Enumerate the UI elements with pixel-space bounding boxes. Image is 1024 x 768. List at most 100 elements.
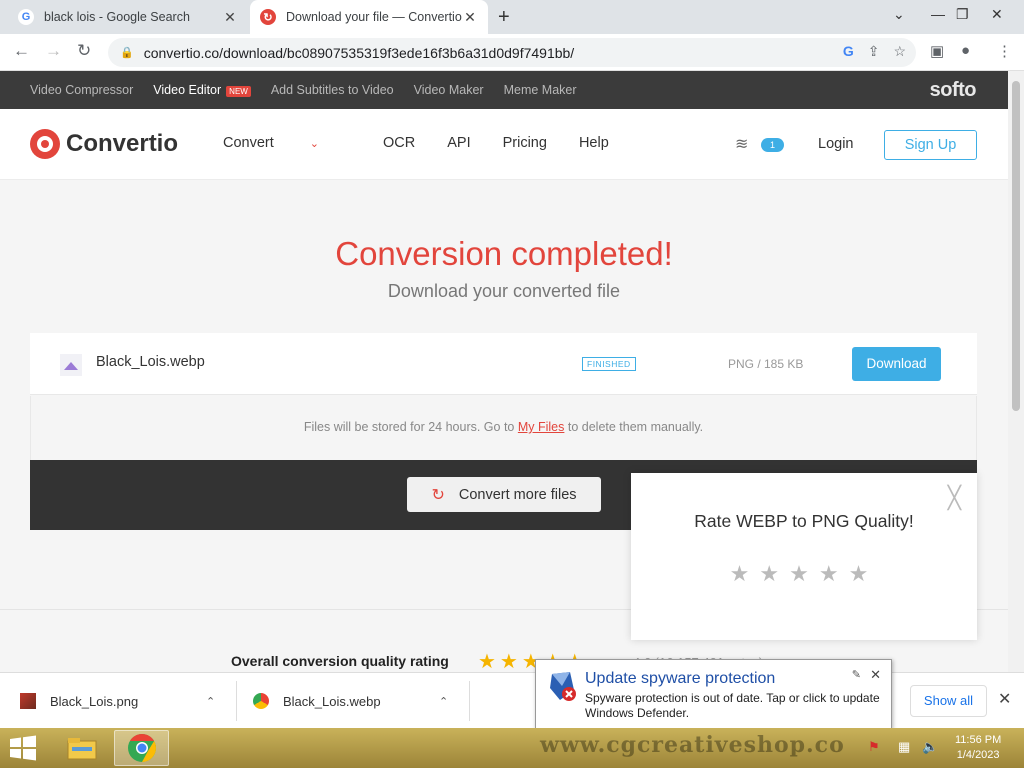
chevron-up-icon[interactable]: ⌃ bbox=[439, 695, 448, 708]
bookmark-star-icon[interactable]: ☆ bbox=[893, 43, 906, 60]
image-file-icon bbox=[20, 693, 36, 709]
chevron-down-icon: ⌄ bbox=[309, 138, 319, 150]
pin-icon[interactable]: ✎ bbox=[852, 668, 861, 681]
download-item-png[interactable]: Black_Lois.png ⌃ bbox=[20, 673, 230, 729]
convert-more-label: Convert more files bbox=[458, 486, 577, 503]
storage-note-text-end: to delete them manually. bbox=[567, 420, 704, 434]
download-item-name: Black_Lois.png bbox=[50, 693, 139, 709]
close-icon[interactable]: ✕ bbox=[998, 689, 1011, 709]
close-icon[interactable]: ✕ bbox=[870, 667, 881, 683]
tab-search-icon[interactable]: ⌄ bbox=[893, 6, 905, 23]
star-icon[interactable]: ★ bbox=[789, 561, 819, 586]
profile-icon[interactable]: ● bbox=[961, 42, 970, 59]
chrome-taskbar-button[interactable] bbox=[114, 730, 169, 766]
softo-topbar: Video Compressor Video Editor NEW Add Sub… bbox=[0, 71, 1008, 109]
tab-convertio[interactable]: ↻ Download your file — Convertio ✕ bbox=[250, 0, 488, 34]
rating-stars[interactable]: ★★★★★ bbox=[631, 561, 977, 587]
watermark: www.cgcreativeshop.co bbox=[540, 732, 845, 758]
star-icon[interactable]: ★ bbox=[849, 561, 879, 586]
show-all-button[interactable]: Show all bbox=[910, 685, 987, 717]
file-explorer-taskbar-button[interactable] bbox=[54, 730, 109, 766]
chrome-icon bbox=[127, 734, 156, 762]
nav-convert[interactable]: Convert ⌄ bbox=[223, 135, 351, 151]
close-window-button[interactable]: ✕ bbox=[991, 6, 1003, 23]
url-text: convertio.co/download/bc08907535319f3ede… bbox=[143, 44, 575, 61]
notification-text: Spyware protection is out of date. Tap o… bbox=[585, 691, 880, 720]
network-icon[interactable]: ▦ bbox=[898, 739, 910, 755]
menu-icon[interactable]: ⋮ bbox=[997, 42, 1012, 60]
restore-button[interactable]: ❐ bbox=[956, 6, 969, 23]
topbar-add-subtitles[interactable]: Add Subtitles to Video bbox=[271, 83, 394, 97]
notification-title: Update spyware protection bbox=[585, 670, 776, 687]
reload-button[interactable]: ↻ bbox=[77, 41, 91, 61]
scrollbar-thumb[interactable] bbox=[1012, 81, 1020, 411]
defender-shield-icon bbox=[550, 672, 576, 701]
nav-ocr[interactable]: OCR bbox=[383, 135, 415, 151]
topbar-video-compressor[interactable]: Video Compressor bbox=[30, 83, 133, 97]
chrome-icon bbox=[253, 693, 269, 709]
volume-icon[interactable]: 🔈 bbox=[922, 739, 938, 755]
new-badge: NEW bbox=[226, 86, 251, 97]
convert-more-button[interactable]: ↻ Convert more files bbox=[407, 477, 601, 512]
browser-toolbar: ← → ↻ 🔒 convertio.co/download/bc08907535… bbox=[0, 34, 1024, 71]
signup-button[interactable]: Sign Up bbox=[884, 130, 977, 160]
forward-button[interactable]: → bbox=[45, 41, 62, 61]
nav-api[interactable]: API bbox=[447, 135, 470, 151]
softo-logo[interactable]: softo bbox=[930, 79, 977, 102]
google-lens-icon[interactable]: G bbox=[843, 43, 854, 60]
new-tab-button[interactable]: + bbox=[498, 6, 510, 29]
tab-title: Download your file — Convertio bbox=[286, 10, 462, 24]
windows-start-icon[interactable] bbox=[8, 734, 38, 762]
defender-tray-icon[interactable]: ⚑ bbox=[868, 739, 880, 755]
download-item-webp[interactable]: Black_Lois.webp ⌃ bbox=[253, 673, 463, 729]
topbar-video-editor[interactable]: Video Editor NEW bbox=[153, 83, 251, 97]
chevron-up-icon[interactable]: ⌃ bbox=[206, 695, 215, 708]
page-scrollbar[interactable] bbox=[1008, 71, 1024, 672]
layers-count-badge: 1 bbox=[761, 138, 784, 152]
close-tab-icon[interactable]: ✕ bbox=[462, 9, 478, 26]
folder-icon bbox=[67, 738, 96, 760]
address-bar[interactable]: 🔒 convertio.co/download/bc08907535319f3e… bbox=[108, 38, 916, 67]
clock-time: 11:56 PM bbox=[955, 734, 1002, 746]
star-icon[interactable]: ★ bbox=[730, 561, 760, 586]
topbar-meme-maker[interactable]: Meme Maker bbox=[504, 83, 577, 97]
storage-note-text: Files will be stored for 24 hours. Go to bbox=[303, 420, 515, 434]
clock-date: 1/4/2023 bbox=[956, 749, 1000, 761]
layers-icon[interactable]: ≋ bbox=[735, 134, 748, 154]
nav-pricing[interactable]: Pricing bbox=[503, 135, 547, 151]
conversion-subheadline: Download your converted file bbox=[387, 281, 621, 301]
main-nav: Convertio Convert ⌄ OCR API Pricing Help … bbox=[0, 109, 1008, 180]
image-file-icon bbox=[60, 354, 82, 376]
login-link[interactable]: Login bbox=[818, 136, 853, 152]
logo-text: Convertio bbox=[66, 130, 179, 157]
conversion-headline: Conversion completed! bbox=[335, 235, 673, 272]
tab-google-search[interactable]: G black lois - Google Search ✕ bbox=[8, 0, 248, 34]
divider bbox=[469, 681, 470, 721]
system-clock[interactable]: 11:56 PM 1/4/2023 bbox=[955, 733, 1001, 763]
minimize-button[interactable]: — bbox=[931, 6, 945, 22]
my-files-link[interactable]: My Files bbox=[518, 420, 565, 434]
close-tab-icon[interactable]: ✕ bbox=[222, 9, 238, 26]
star-icon[interactable]: ★ bbox=[819, 561, 849, 586]
taskbar: www.cgcreativeshop.co ⚑ ▦ 🔈 11:56 PM 1/4… bbox=[0, 728, 1024, 768]
refresh-icon: ↻ bbox=[431, 486, 445, 504]
google-icon: G bbox=[18, 9, 34, 25]
side-panel-icon[interactable]: ▣ bbox=[930, 42, 944, 60]
share-icon[interactable]: ⇪ bbox=[868, 43, 880, 60]
convertio-icon: ↻ bbox=[260, 9, 276, 25]
convertio-logo[interactable]: Convertio bbox=[30, 129, 178, 159]
download-item-name: Black_Lois.webp bbox=[283, 693, 381, 709]
download-button[interactable]: Download bbox=[852, 347, 941, 381]
rating-popup: ╳ Rate WEBP to PNG Quality! ★★★★★ bbox=[631, 473, 977, 640]
windows-defender-notification[interactable]: Update spyware protection Spyware protec… bbox=[535, 659, 892, 729]
overall-rating-label: Overall conversion quality rating bbox=[231, 653, 449, 669]
nav-help[interactable]: Help bbox=[579, 135, 609, 151]
convertio-logo-icon bbox=[30, 129, 60, 159]
divider bbox=[236, 681, 237, 721]
back-button[interactable]: ← bbox=[13, 41, 30, 61]
status-badge: FINISHED bbox=[582, 357, 636, 371]
topbar-video-maker[interactable]: Video Maker bbox=[414, 83, 484, 97]
close-icon[interactable]: ╳ bbox=[948, 485, 961, 511]
lock-icon: 🔒 bbox=[120, 47, 134, 59]
star-icon[interactable]: ★ bbox=[759, 561, 789, 586]
